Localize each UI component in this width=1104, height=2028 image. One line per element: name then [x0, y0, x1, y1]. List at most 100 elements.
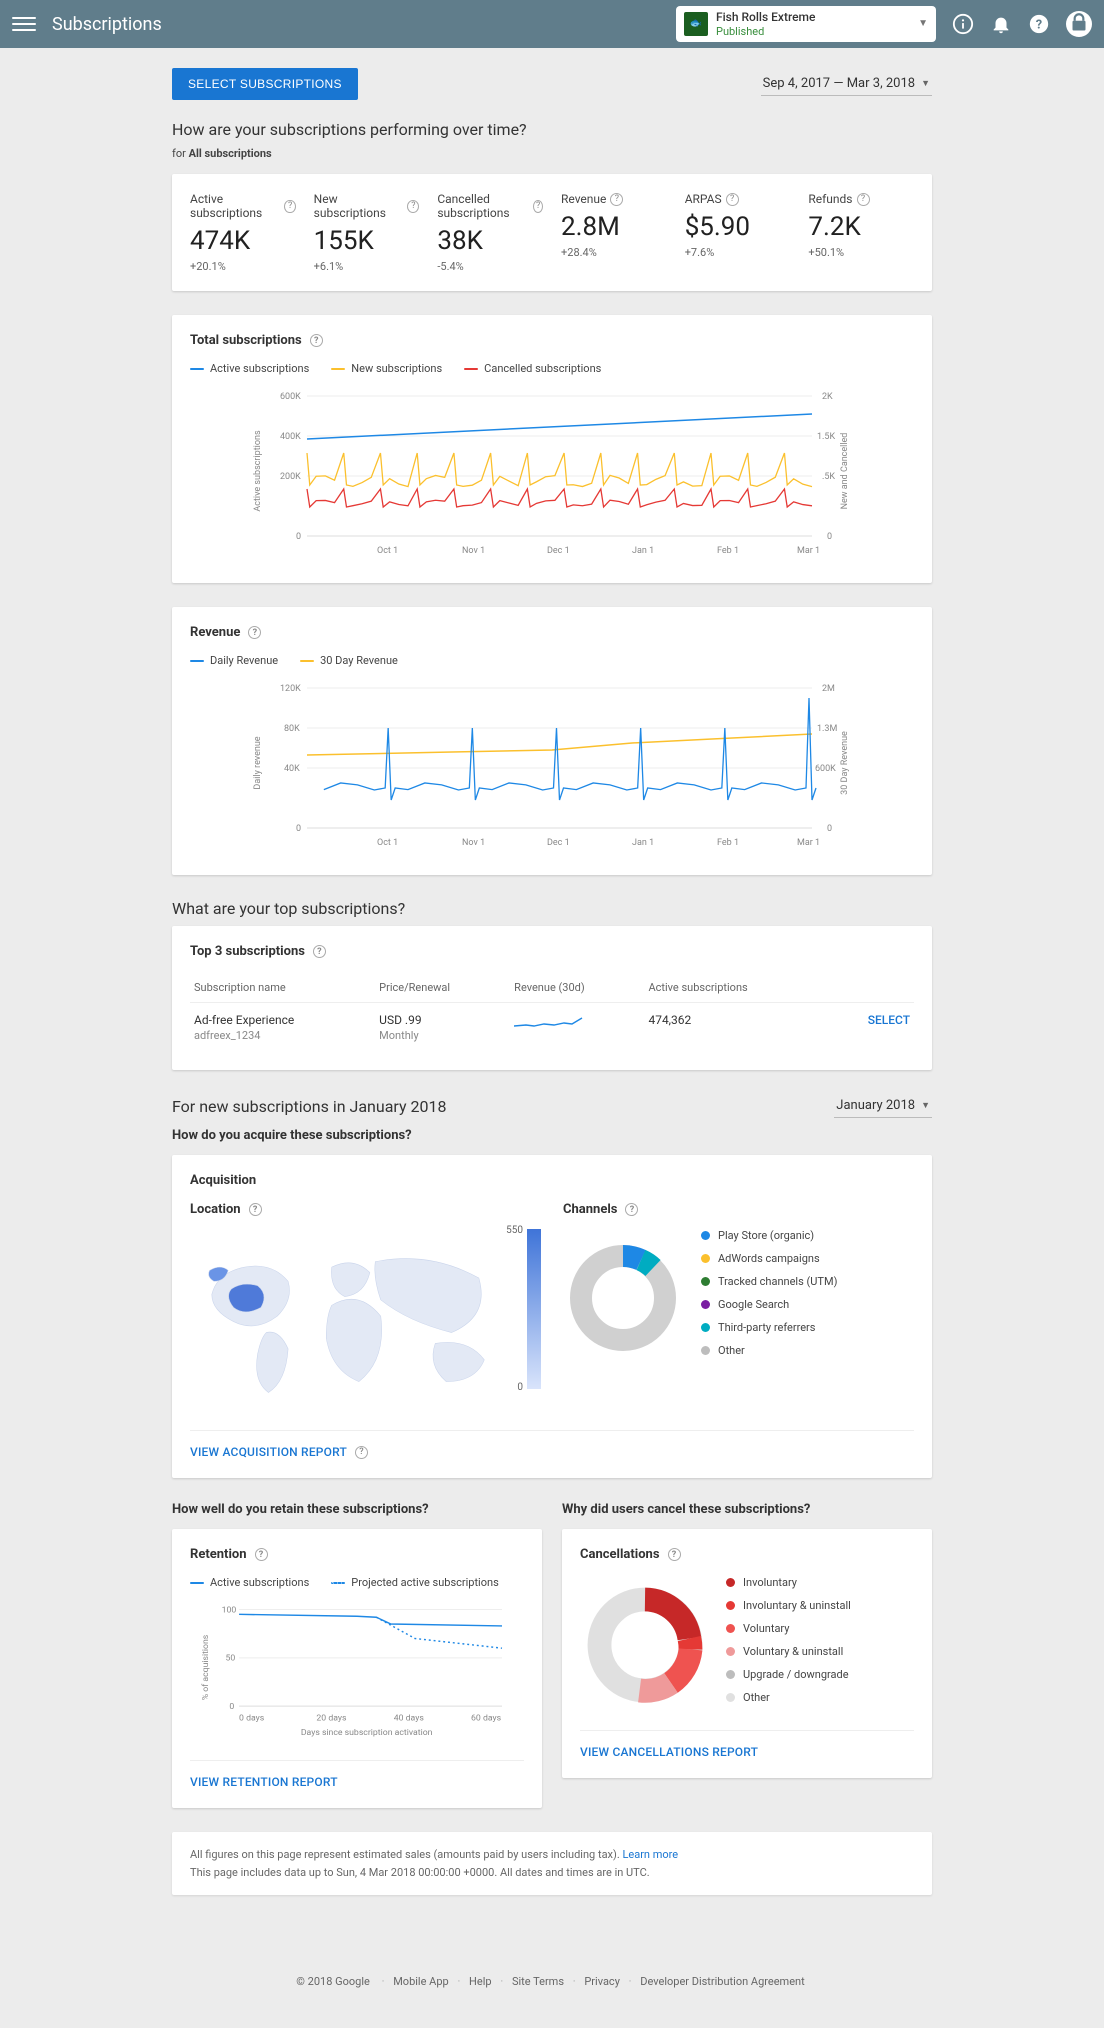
svg-text:0: 0 [229, 1702, 234, 1712]
help-icon[interactable]: ? [726, 193, 739, 206]
card-title: Acquisition [190, 1173, 256, 1188]
chevron-down-icon: ▼ [918, 18, 928, 29]
select-row-button[interactable]: SELECT [868, 1013, 910, 1027]
channels-donut [563, 1238, 683, 1358]
svg-text:40K: 40K [284, 764, 300, 774]
svg-text:2K: 2K [822, 392, 833, 402]
app-selector[interactable]: 🐟 Fish Rolls Extreme Published ▼ [676, 6, 936, 42]
revenue-chart: Daily revenue 30 Day Revenue 120K 80K 40… [190, 673, 914, 853]
help-icon[interactable]: ? [248, 626, 261, 639]
svg-text:60 days: 60 days [471, 1714, 502, 1724]
footer-link[interactable]: Site Terms [512, 1975, 564, 1988]
bell-icon[interactable] [990, 13, 1012, 35]
svg-text:0: 0 [296, 532, 301, 542]
date-range-text: Sep 4, 2017 — Mar 3, 2018 [763, 76, 915, 91]
footer-link[interactable]: Privacy [584, 1975, 620, 1988]
svg-text:1.3M: 1.3M [817, 724, 837, 734]
card-title: Revenue [190, 625, 240, 640]
acquisition-card: Acquisition Location? [172, 1155, 932, 1478]
svg-text:50: 50 [226, 1654, 236, 1664]
top-subscriptions-table: Subscription name Price/Renewal Revenue … [190, 973, 914, 1052]
kpi: Cancelled subscriptions? 38K -5.4% [437, 192, 543, 273]
app-name: Fish Rolls Extreme [716, 10, 910, 24]
footer-link[interactable]: Help [469, 1975, 492, 1988]
footer-link[interactable]: Developer Distribution Agreement [640, 1975, 804, 1988]
view-retention-report-link[interactable]: VIEW RETENTION REPORT [190, 1775, 338, 1789]
help-icon[interactable]: ? [284, 200, 295, 213]
cancellations-card: Cancellations? InvoluntaryInvoluntary & … [562, 1529, 932, 1778]
help-icon[interactable]: ? [355, 1446, 368, 1459]
help-icon[interactable]: ? [255, 1548, 268, 1561]
retention-chart: % of acquisitions 100 50 0 0 days 20 day… [190, 1595, 524, 1740]
legend-item: Other [701, 1344, 837, 1357]
info-icon[interactable] [952, 13, 974, 35]
svg-text:New and Cancelled: New and Cancelled [840, 433, 850, 510]
help-icon[interactable]: ? [625, 1203, 638, 1216]
kpi: Active subscriptions? 474K +20.1% [190, 192, 296, 273]
app-status: Published [716, 25, 910, 38]
svg-text:Oct 1: Oct 1 [377, 546, 398, 556]
help-icon[interactable]: ? [857, 193, 870, 206]
svg-text:Daily revenue: Daily revenue [253, 736, 263, 789]
select-subscriptions-button[interactable]: SELECT SUBSCRIPTIONS [172, 68, 358, 100]
hamburger-icon[interactable] [12, 12, 36, 36]
app-icon: 🐟 [684, 12, 708, 36]
svg-text:400K: 400K [280, 432, 301, 442]
view-cancellations-report-link[interactable]: VIEW CANCELLATIONS REPORT [580, 1745, 758, 1759]
card-title: Retention [190, 1547, 247, 1562]
retention-card: Retention? Active subscriptions Projecte… [172, 1529, 542, 1808]
table-row: Ad-free Experienceadfreex_1234 USD .99Mo… [190, 1003, 914, 1053]
svg-text:Days since subscription activa: Days since subscription activation [301, 1728, 433, 1738]
total-subscriptions-card: Total subscriptions? Active subscription… [172, 315, 932, 583]
card-title: Cancellations [580, 1547, 660, 1562]
svg-text:20 days: 20 days [316, 1714, 347, 1724]
svg-text:600K: 600K [815, 764, 836, 774]
svg-text:Nov 1: Nov 1 [462, 546, 485, 556]
revenue-card: Revenue? Daily Revenue 30 Day Revenue Da… [172, 607, 932, 875]
chevron-down-icon: ▼ [921, 78, 930, 89]
help-icon[interactable]: ? [610, 193, 623, 206]
kpi: ARPAS? $5.90 +7.6% [685, 192, 791, 273]
retain-question: How well do you retain these subscriptio… [172, 1502, 542, 1517]
app-header: Subscriptions 🐟 Fish Rolls Extreme Publi… [0, 0, 1104, 48]
svg-text:.5K: .5K [822, 472, 835, 482]
svg-text:Mar 1: Mar 1 [797, 838, 820, 848]
learn-more-link[interactable]: Learn more [622, 1848, 678, 1861]
legend-item: AdWords campaigns [701, 1252, 837, 1265]
page-footer: © 2018 Google · Mobile App · Help · Site… [0, 1935, 1104, 2028]
kpi: Revenue? 2.8M +28.4% [561, 192, 667, 273]
cancellations-donut [580, 1580, 710, 1710]
account-icon[interactable] [1066, 11, 1092, 37]
svg-text:100: 100 [222, 1606, 237, 1616]
svg-text:Active subscriptions: Active subscriptions [253, 430, 263, 512]
help-icon[interactable]: ? [249, 1203, 262, 1216]
svg-text:Jan 1: Jan 1 [632, 838, 654, 848]
legend-item: Third-party referrers [701, 1321, 837, 1334]
kpi: Refunds? 7.2K +50.1% [808, 192, 914, 273]
help-icon[interactable]: ? [668, 1548, 681, 1561]
help-icon[interactable]: ? [1028, 13, 1050, 35]
footer-link[interactable]: Mobile App [393, 1975, 449, 1988]
help-icon[interactable]: ? [533, 200, 543, 213]
month-selector[interactable]: January 2018▼ [834, 1094, 932, 1118]
sparkline [514, 1013, 584, 1031]
cancel-question: Why did users cancel these subscriptions… [562, 1502, 932, 1517]
svg-text:200K: 200K [280, 472, 301, 482]
svg-text:120K: 120K [280, 684, 301, 694]
view-acquisition-report-link[interactable]: VIEW ACQUISITION REPORT? [190, 1445, 368, 1459]
svg-text:Dec 1: Dec 1 [547, 546, 570, 556]
svg-text:Oct 1: Oct 1 [377, 838, 398, 848]
subscription-scope: for All subscriptions [172, 147, 932, 160]
date-range-selector[interactable]: Sep 4, 2017 — Mar 3, 2018 ▼ [761, 72, 932, 96]
help-icon[interactable]: ? [407, 200, 419, 213]
svg-text:0: 0 [827, 824, 832, 834]
legend-item: Other [726, 1691, 851, 1704]
help-icon[interactable]: ? [313, 945, 326, 958]
legend-item: Play Store (organic) [701, 1229, 837, 1242]
legend-item: Upgrade / downgrade [726, 1668, 851, 1681]
channel-legend: Play Store (organic)AdWords campaignsTra… [701, 1229, 837, 1367]
legend-item: Voluntary [726, 1622, 851, 1635]
total-subscriptions-chart: Active subscriptions New and Cancelled 6… [190, 381, 914, 561]
help-icon[interactable]: ? [310, 334, 323, 347]
new-subs-heading: For new subscriptions in January 2018 [172, 1097, 446, 1116]
